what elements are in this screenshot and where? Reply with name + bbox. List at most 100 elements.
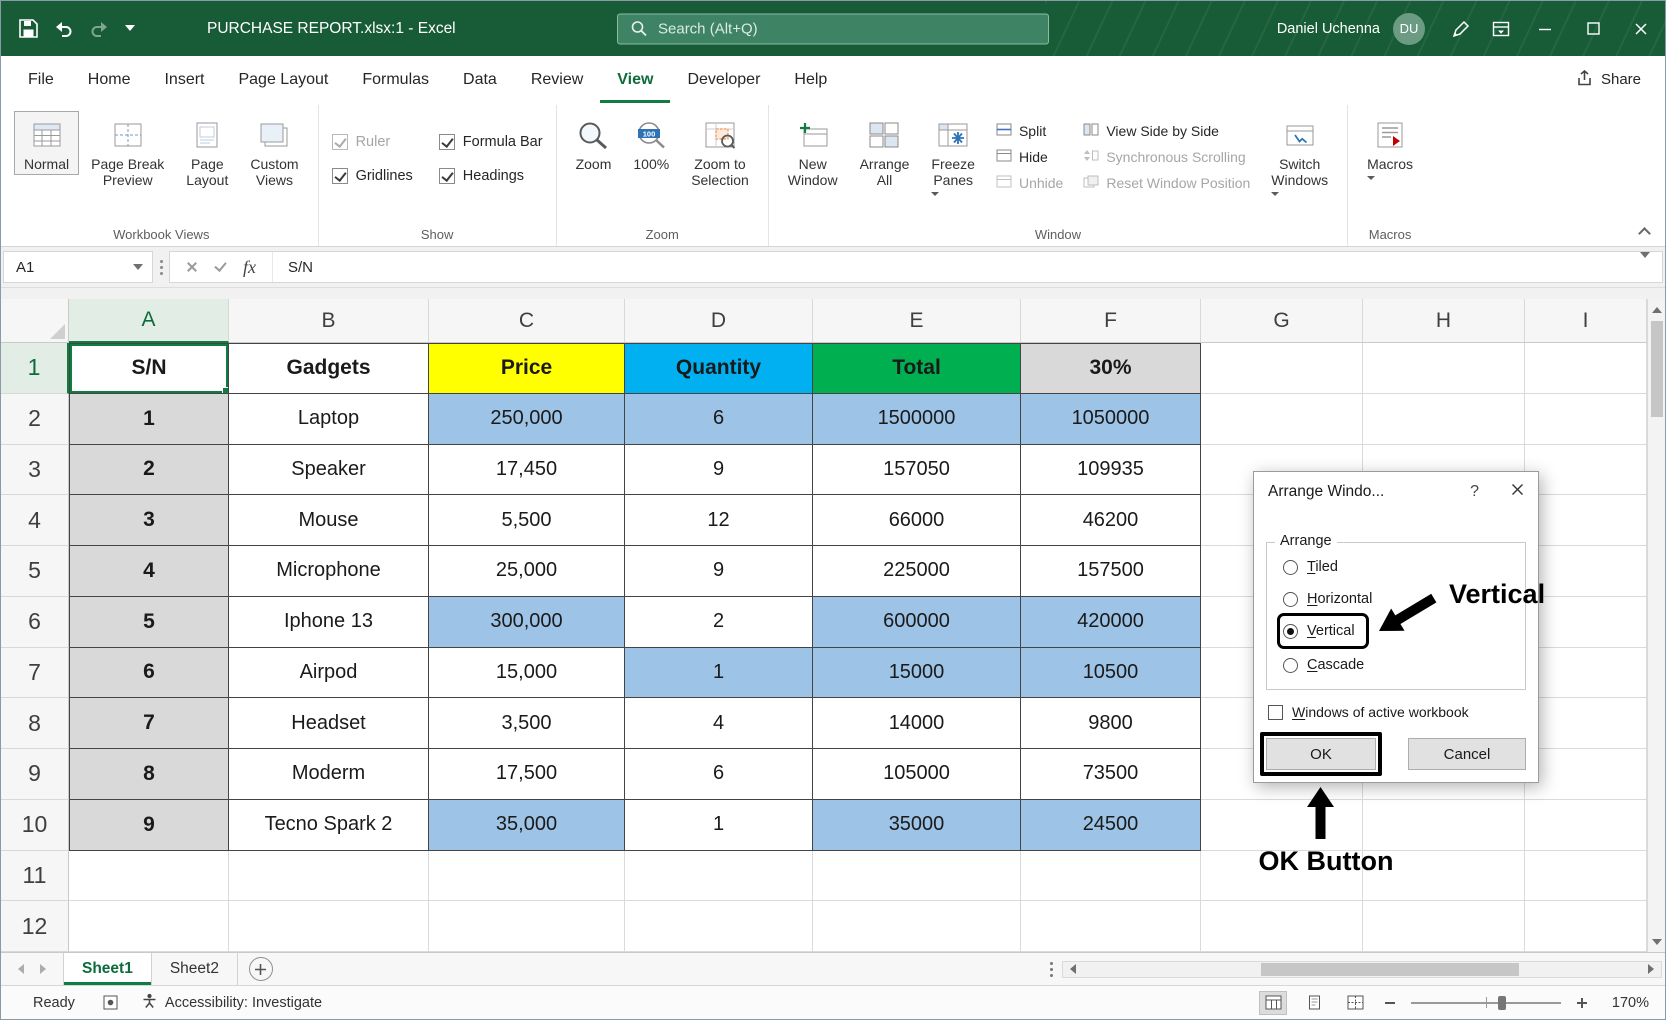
cell-D11[interactable]: [625, 851, 813, 902]
enter-formula-icon[interactable]: [214, 259, 226, 272]
cell-A3[interactable]: 2: [69, 445, 229, 496]
cell-F12[interactable]: [1021, 901, 1201, 952]
zoom-button[interactable]: Zoom: [566, 111, 622, 175]
cell-C7[interactable]: 15,000: [429, 648, 625, 699]
cell-B5[interactable]: Microphone: [229, 546, 429, 597]
cell-A8[interactable]: 7: [69, 698, 229, 749]
column-header-i[interactable]: I: [1525, 299, 1647, 343]
hide-button[interactable]: Hide: [996, 149, 1063, 165]
cell-B2[interactable]: Laptop: [229, 394, 429, 445]
cell-D5[interactable]: 9: [625, 546, 813, 597]
zoom-out-icon[interactable]: [1382, 995, 1398, 1011]
radio-vertical[interactable]: Vertical: [1283, 619, 1363, 643]
arrange-all-button[interactable]: ArrangeAll: [850, 111, 920, 191]
vertical-scroll-thumb[interactable]: [1651, 321, 1663, 417]
cell-E5[interactable]: 225000: [813, 546, 1021, 597]
ribbon-display-options-icon[interactable]: [1481, 1, 1521, 56]
ribbon-tab-data[interactable]: Data: [446, 56, 514, 103]
undo-icon[interactable]: [53, 20, 74, 37]
cell-E1[interactable]: Total: [813, 343, 1021, 394]
cell-D9[interactable]: 6: [625, 749, 813, 800]
windows-of-active-workbook-checkbox[interactable]: Windows of active workbook: [1268, 704, 1469, 720]
cell-F10[interactable]: 24500: [1021, 800, 1201, 851]
dialog-title-bar[interactable]: Arrange Windo... ?: [1254, 472, 1538, 512]
column-header-d[interactable]: D: [625, 299, 813, 343]
radio-tiled[interactable]: Tiled: [1283, 555, 1346, 579]
macro-record-icon[interactable]: [103, 995, 118, 1010]
row-header-10[interactable]: 10: [1, 800, 69, 851]
cell-E6[interactable]: 600000: [813, 597, 1021, 648]
cell-G1[interactable]: [1201, 343, 1363, 394]
page-break-view-toggle[interactable]: [1341, 991, 1369, 1015]
formula-bar-expand-icon[interactable]: [1640, 258, 1662, 276]
column-header-f[interactable]: F: [1021, 299, 1201, 343]
ribbon-tab-file[interactable]: File: [11, 56, 71, 103]
freeze-panes-button[interactable]: FreezePanes: [921, 111, 985, 203]
insert-function-icon[interactable]: fx: [243, 257, 256, 278]
formula-bar-checkbox[interactable]: Formula Bar: [439, 125, 543, 159]
column-header-a[interactable]: A: [69, 299, 229, 343]
name-box-dropdown-icon[interactable]: [133, 264, 143, 275]
zoom-percent[interactable]: 170%: [1603, 995, 1649, 1011]
cell-B3[interactable]: Speaker: [229, 445, 429, 496]
cell-I10[interactable]: [1525, 800, 1647, 851]
zoom-slider-thumb[interactable]: [1498, 996, 1506, 1010]
column-header-c[interactable]: C: [429, 299, 625, 343]
horizontal-scroll-thumb[interactable]: [1261, 963, 1520, 976]
cell-D12[interactable]: [625, 901, 813, 952]
ribbon-tab-insert[interactable]: Insert: [147, 56, 221, 103]
split-button[interactable]: Split: [996, 123, 1063, 139]
cell-A12[interactable]: [69, 901, 229, 952]
vertical-scrollbar[interactable]: [1647, 299, 1665, 952]
cell-E3[interactable]: 157050: [813, 445, 1021, 496]
ribbon-tab-help[interactable]: Help: [777, 56, 844, 103]
cell-F11[interactable]: [1021, 851, 1201, 902]
dialog-help-button[interactable]: ?: [1470, 483, 1479, 501]
cell-I4[interactable]: [1525, 495, 1647, 546]
row-header-8[interactable]: 8: [1, 698, 69, 749]
cell-H1[interactable]: [1363, 343, 1525, 394]
switch-windows-button[interactable]: SwitchWindows: [1261, 111, 1338, 203]
tab-scroll-handle[interactable]: [1041, 962, 1062, 977]
cell-E9[interactable]: 105000: [813, 749, 1021, 800]
ok-button[interactable]: OK: [1266, 738, 1376, 770]
cell-I8[interactable]: [1525, 698, 1647, 749]
cell-A7[interactable]: 6: [69, 648, 229, 699]
headings-checkbox[interactable]: Headings: [439, 159, 543, 193]
row-header-1[interactable]: 1: [1, 343, 69, 394]
sheet-tab-sheet1[interactable]: Sheet1: [63, 953, 152, 985]
row-header-2[interactable]: 2: [1, 394, 69, 445]
formula-field[interactable]: fx S/N: [169, 251, 1663, 283]
ruler-checkbox[interactable]: Ruler: [332, 125, 413, 159]
cell-I12[interactable]: [1525, 901, 1647, 952]
dialog-close-icon[interactable]: [1511, 483, 1524, 501]
cell-F7[interactable]: 10500: [1021, 648, 1201, 699]
row-header-6[interactable]: 6: [1, 597, 69, 648]
page-layout-view-toggle[interactable]: [1300, 991, 1328, 1015]
scroll-left-icon[interactable]: [1063, 962, 1081, 977]
normal-view-toggle[interactable]: [1259, 991, 1287, 1015]
column-header-e[interactable]: E: [813, 299, 1021, 343]
ribbon-tab-home[interactable]: Home: [71, 56, 148, 103]
search-box[interactable]: Search (Alt+Q): [617, 13, 1049, 44]
cell-I3[interactable]: [1525, 445, 1647, 496]
ribbon-tab-view[interactable]: View: [600, 56, 670, 103]
cell-I7[interactable]: [1525, 648, 1647, 699]
cell-B1[interactable]: Gadgets: [229, 343, 429, 394]
customize-qat-chevron-icon[interactable]: [125, 25, 135, 32]
cell-B12[interactable]: [229, 901, 429, 952]
cell-A6[interactable]: 5: [69, 597, 229, 648]
cell-E7[interactable]: 15000: [813, 648, 1021, 699]
radio-cascade[interactable]: Cascade: [1283, 653, 1372, 677]
cell-C1[interactable]: Price: [429, 343, 625, 394]
fill-handle[interactable]: [222, 387, 229, 394]
cell-A5[interactable]: 4: [69, 546, 229, 597]
sheet-nav-right-icon[interactable]: [34, 953, 54, 985]
custom-views-button[interactable]: CustomViews: [240, 111, 308, 191]
cell-C11[interactable]: [429, 851, 625, 902]
close-button[interactable]: [1617, 1, 1665, 56]
column-header-h[interactable]: H: [1363, 299, 1525, 343]
cell-C6[interactable]: 300,000: [429, 597, 625, 648]
formula-bar-resizer[interactable]: [153, 260, 169, 275]
cell-A9[interactable]: 8: [69, 749, 229, 800]
